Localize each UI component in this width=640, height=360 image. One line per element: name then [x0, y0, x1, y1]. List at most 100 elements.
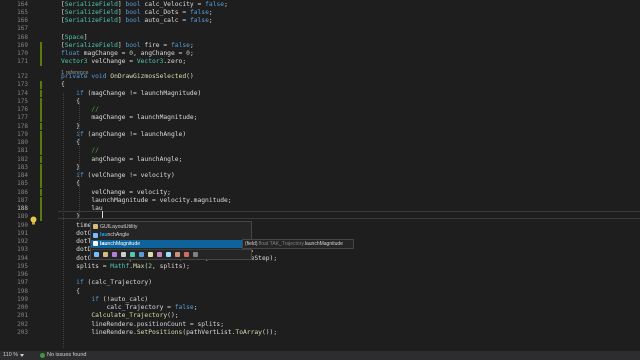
completion-item[interactable]: GUILayoutUtility	[91, 223, 251, 232]
completion-item-selected[interactable]: launchMagnitude	[91, 239, 251, 248]
code-line[interactable]: 171 Vector3 velChange = Vector3.zero;	[0, 58, 640, 67]
code-line[interactable]: 175 {	[0, 97, 640, 106]
code-line[interactable]: 177 magChange = launchMagnitude;	[0, 114, 640, 123]
code-text[interactable]: Calculate_Trajectory();	[61, 312, 178, 320]
code-line[interactable]: 178 }	[0, 122, 640, 131]
code-line[interactable]: 182 angChange = launchAngle;	[0, 155, 640, 164]
code-line[interactable]: 184 if (velChange != velocity)	[0, 172, 640, 180]
line-number: 165	[17, 8, 28, 16]
indent-guide	[79, 101, 80, 221]
line-number: 203	[17, 328, 28, 336]
line-number: 183	[17, 163, 28, 171]
filter-icon[interactable]	[130, 252, 135, 257]
code-line[interactable]: 202 lineRendere.positionCount = splits;	[0, 321, 640, 329]
code-text[interactable]: [Space]	[61, 34, 88, 42]
code-text[interactable]: velChange = velocity;	[61, 189, 171, 197]
line-number: 173	[17, 81, 28, 89]
code-text[interactable]: magChange = launchMagnitude;	[61, 114, 197, 122]
lightbulb-icon[interactable]	[30, 210, 37, 225]
code-text[interactable]: [SerializeField] bool fire = false;	[61, 42, 194, 50]
line-number: 202	[17, 320, 28, 328]
code-line[interactable]: 187 launchMagnitude = velocity.magnitude…	[0, 196, 640, 205]
code-text[interactable]: if (calc_Trajectory)	[61, 279, 152, 287]
code-line[interactable]: 186 velChange = velocity;	[0, 188, 640, 197]
change-marker	[40, 196, 42, 205]
code-text[interactable]: lineRendere.SetPositions(pathVertList.To…	[61, 329, 277, 337]
code-line[interactable]: 201 Calculate_Trajectory();	[0, 312, 640, 320]
code-line[interactable]: 203 lineRendere.SetPositions(pathVertLis…	[0, 329, 640, 337]
code-text[interactable]: if (!auto_calc)	[61, 296, 148, 304]
code-line[interactable]: 179 if (angChange != launchAngle)	[0, 130, 640, 139]
code-text[interactable]: splits = Mathf.Max(2, splits);	[61, 263, 190, 271]
line-number: 181	[17, 147, 28, 155]
line-number: 198	[17, 287, 28, 295]
change-marker	[40, 81, 42, 90]
status-bar: 110 % No issues found	[0, 351, 640, 360]
code-editor[interactable]: 164 [SerializeField] bool calc_Velocity =…	[0, 0, 640, 351]
code-line[interactable]: 166 [SerializeField] bool auto_calc = fal…	[0, 17, 640, 25]
code-line[interactable]: 183 }	[0, 163, 640, 172]
code-line[interactable]: 197 if (calc_Trajectory)	[0, 279, 640, 287]
change-marker	[40, 147, 42, 156]
line-number: 194	[17, 254, 28, 262]
code-text[interactable]: calc_Trajectory = false;	[61, 304, 197, 312]
code-line[interactable]: 165 [SerializeField] bool calc_Dots = fal…	[0, 9, 640, 17]
filter-icon[interactable]	[112, 252, 117, 257]
code-text[interactable]: dotC	[61, 230, 91, 238]
filter-icon[interactable]	[193, 252, 198, 257]
filter-icon[interactable]	[157, 252, 162, 257]
code-text[interactable]: lineRendere.positionCount = splits;	[61, 321, 224, 329]
code-line[interactable]: 185 {	[0, 180, 640, 189]
code-text[interactable]: [SerializeField] bool calc_Dots = false;	[61, 9, 213, 17]
code-text[interactable]: {	[61, 81, 65, 89]
filter-icon[interactable]	[94, 252, 99, 257]
filter-icon[interactable]	[121, 252, 126, 257]
code-line[interactable]: 195 splits = Mathf.Max(2, splits);	[0, 263, 640, 271]
code-line[interactable]: 170 float magChange = 0, angChange = 0;	[0, 50, 640, 58]
line-number: 189	[17, 213, 28, 221]
change-marker	[40, 213, 42, 222]
code-text[interactable]: Vector3 velChange = Vector3.zero;	[61, 58, 186, 66]
code-line[interactable]: 180 {	[0, 139, 640, 147]
change-marker	[40, 180, 42, 189]
change-marker	[40, 139, 42, 147]
code-line[interactable]: 164 [SerializeField] bool calc_Velocity =…	[0, 1, 640, 9]
code-text[interactable]: float magChange = 0, angChange = 0;	[61, 50, 194, 58]
intellisense-popup[interactable]: GUILayoutUtility launchAngle launchMagni…	[90, 221, 252, 260]
filter-icon[interactable]	[103, 252, 108, 257]
line-number: 180	[17, 139, 28, 146]
zoom-level[interactable]: 110 %	[3, 351, 18, 360]
code-line[interactable]: 181 //	[0, 147, 640, 156]
code-text[interactable]: dotT	[61, 238, 91, 246]
code-text[interactable]: time	[61, 222, 91, 230]
filter-icon[interactable]	[184, 252, 189, 257]
filter-icon[interactable]	[148, 252, 153, 257]
code-line[interactable]: 200 calc_Trajectory = false;	[0, 304, 640, 312]
codelens-references[interactable]: 1 reference	[61, 71, 88, 77]
line-number: 169	[17, 41, 28, 49]
code-line[interactable]: 167	[0, 25, 640, 33]
class-icon	[93, 224, 98, 229]
chevron-down-icon[interactable]	[20, 354, 24, 357]
code-text[interactable]: if (magChange != launchMagnitude)	[61, 90, 201, 98]
code-text[interactable]: launchMagnitude = velocity.magnitude;	[61, 197, 231, 205]
code-line[interactable]: 168 [Space]	[0, 34, 640, 42]
code-line[interactable]: 174 if (magChange != launchMagnitude)	[0, 89, 640, 98]
line-number: 168	[17, 33, 28, 41]
code-text[interactable]: [SerializeField] bool calc_Velocity = fa…	[61, 1, 228, 9]
completion-item[interactable]: launchAngle	[91, 231, 251, 240]
code-line[interactable]: 173 {	[0, 81, 640, 90]
filter-icon[interactable]	[175, 252, 180, 257]
line-number: 179	[17, 130, 28, 138]
filter-icon[interactable]	[166, 252, 171, 257]
code-text[interactable]: [SerializeField] bool auto_calc = false;	[61, 17, 213, 25]
field-icon	[93, 241, 98, 246]
filter-icon[interactable]	[139, 252, 144, 257]
code-line[interactable]: 198 {	[0, 288, 640, 296]
code-line[interactable]: 176 //	[0, 106, 640, 114]
code-line[interactable]: 199 if (!auto_calc)	[0, 296, 640, 304]
completion-filter-bar[interactable]	[91, 249, 251, 259]
code-line[interactable]: 196	[0, 271, 640, 279]
code-line[interactable]: 172 private void OnDrawGizmosSelected()	[0, 73, 640, 81]
code-line[interactable]: 169 [SerializeField] bool fire = false;	[0, 41, 640, 50]
